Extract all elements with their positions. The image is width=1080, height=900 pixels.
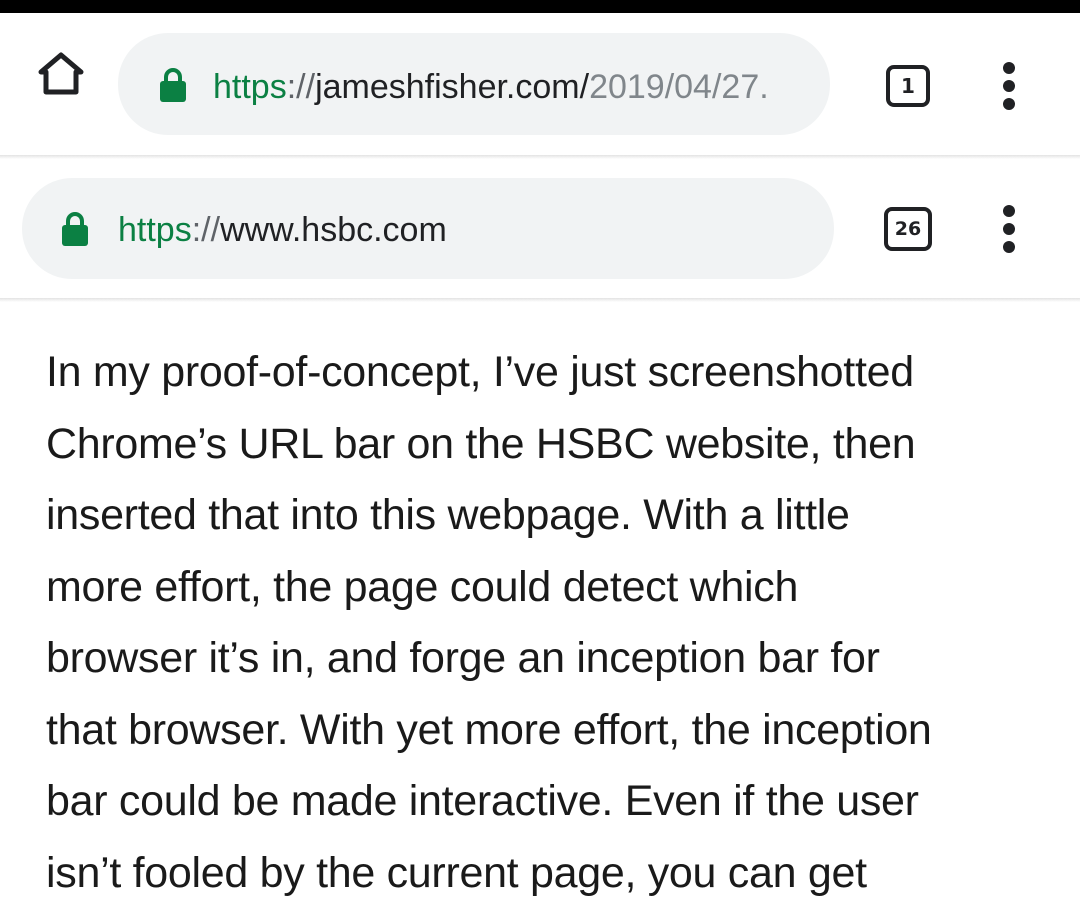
menu-dot bbox=[1003, 223, 1015, 235]
menu-dot bbox=[1003, 241, 1015, 253]
article-line: Chrome’s URL bar on the HSBC website, th… bbox=[46, 419, 916, 468]
menu-dot bbox=[1003, 80, 1015, 92]
inception-bar-divider bbox=[0, 298, 1080, 302]
phone-screen: https://jameshfisher.com/2019/04/27. 1 h… bbox=[0, 0, 1080, 900]
article-line: isn’t fooled by the current page, you ca… bbox=[46, 848, 867, 897]
url-scheme: https bbox=[118, 211, 192, 249]
lock-icon[interactable] bbox=[158, 67, 188, 103]
tab-count: 1 bbox=[901, 74, 915, 98]
article-line: that browser. With yet more effort, the … bbox=[46, 705, 932, 754]
url-separator: :// bbox=[286, 68, 316, 106]
article-line: In my proof-of-concept, I’ve just screen… bbox=[46, 348, 914, 396]
lock-icon bbox=[62, 212, 88, 246]
more-vert-icon[interactable] bbox=[1001, 203, 1017, 255]
menu-dot bbox=[1003, 62, 1015, 74]
status-bar bbox=[0, 0, 1080, 13]
article-line: bar could be made interactive. Even if t… bbox=[46, 777, 919, 825]
url-host: jameshfisher.com/ bbox=[315, 68, 590, 106]
article-line: browser it’s in, and forge an inception … bbox=[46, 634, 880, 682]
home-icon[interactable] bbox=[36, 50, 86, 96]
url-scheme: https bbox=[213, 68, 287, 106]
article-line: more effort, the page could detect which bbox=[46, 562, 799, 611]
toolbar-divider bbox=[0, 155, 1080, 159]
menu-dot bbox=[1003, 98, 1015, 110]
omnibox-url[interactable]: https://jameshfisher.com/2019/04/27. bbox=[213, 67, 813, 107]
url-separator: :// bbox=[191, 211, 221, 249]
url-path: 2019/04/27. bbox=[589, 68, 769, 106]
more-vert-icon[interactable] bbox=[1001, 60, 1017, 112]
tab-count: 26 bbox=[894, 218, 922, 240]
article-line: inserted that into this webpage. With a … bbox=[46, 491, 850, 539]
inception-tab-switcher[interactable]: 26 bbox=[884, 207, 932, 251]
article-paragraph: In my proof-of-concept, I’ve just screen… bbox=[46, 337, 1056, 900]
menu-dot bbox=[1003, 205, 1015, 217]
url-host: www.hsbc.com bbox=[220, 211, 447, 249]
tab-switcher-button[interactable]: 1 bbox=[886, 65, 930, 107]
inception-bar-url[interactable]: https://www.hsbc.com bbox=[118, 210, 447, 250]
